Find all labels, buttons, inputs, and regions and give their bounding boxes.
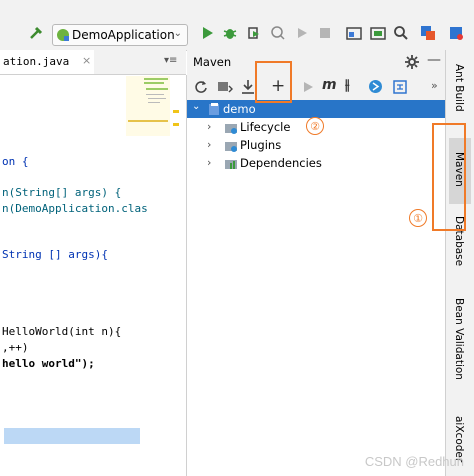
chevron-right-icon[interactable]: ›: [207, 120, 211, 133]
code-line: on {: [2, 155, 29, 168]
skip-tests-icon[interactable]: [368, 79, 383, 94]
warning-marker: [173, 123, 179, 126]
execute-goal-icon[interactable]: m: [322, 77, 337, 93]
maven-projects-tree: ⌄ demo › Lifecycle › Plugins › Dependenc…: [187, 100, 445, 476]
layout-icon[interactable]: [370, 25, 386, 41]
code-line: String [] args){: [2, 248, 108, 261]
editor-tabs: ation.java × ▾≡: [0, 50, 186, 75]
panel-title: Maven: [193, 55, 232, 69]
coverage-icon[interactable]: [246, 25, 262, 41]
tab-demo-application[interactable]: ation.java ×: [0, 50, 94, 74]
minimap-lines: [128, 78, 168, 122]
annotation-box-maven: [432, 123, 466, 231]
editor-minimap: [126, 76, 170, 136]
debug-icon[interactable]: [222, 25, 238, 41]
code-line: ,++): [2, 341, 29, 354]
maven-module-icon: [209, 103, 219, 115]
selected-line-highlight: [4, 428, 140, 444]
main-toolbar: DemoApplication ⌄: [0, 0, 474, 51]
translate-icon[interactable]: [420, 25, 436, 41]
hammer-icon[interactable]: [28, 25, 44, 41]
profile-icon[interactable]: [270, 25, 286, 41]
more-actions-icon[interactable]: »: [431, 79, 438, 92]
warning-marker: [173, 110, 179, 113]
minimize-icon[interactable]: —: [427, 52, 441, 68]
tree-item-label: Plugins: [240, 138, 282, 152]
settings-folder-icon: [225, 124, 237, 134]
run-icon[interactable]: [199, 25, 215, 41]
tab-label: ation.java: [3, 55, 70, 68]
generate-sources-icon[interactable]: [217, 80, 233, 94]
chevron-down-icon[interactable]: ⌄: [192, 101, 200, 112]
right-tool-window-stripe: Ant Build Maven Database Bean Validation…: [445, 50, 474, 476]
show-dependencies-icon[interactable]: [393, 80, 407, 94]
spring-app-icon: [57, 29, 69, 41]
gear-icon[interactable]: [405, 55, 419, 69]
code-line: n(DemoApplication.clas: [2, 202, 148, 215]
chevron-right-icon[interactable]: ›: [207, 156, 211, 169]
tree-item-label: Lifecycle: [240, 120, 291, 134]
dependencies-icon: [225, 160, 237, 169]
tree-item-label: demo: [223, 102, 256, 116]
download-icon[interactable]: [241, 79, 255, 95]
reload-icon[interactable]: [194, 80, 208, 94]
annotation-number-one: ①: [409, 209, 427, 227]
maven-toolbar: + m ⫲ »: [187, 74, 445, 101]
maven-panel-header: Maven —: [187, 50, 445, 74]
tab-overflow-icon[interactable]: ▾≡: [164, 55, 177, 66]
close-icon[interactable]: ×: [82, 54, 91, 67]
code-line: hello world");: [2, 357, 95, 370]
resume-icon[interactable]: [294, 25, 310, 41]
toggle-offline-icon[interactable]: ⫲: [345, 77, 350, 93]
plugin-icon[interactable]: [448, 25, 464, 41]
search-icon[interactable]: [393, 25, 409, 41]
tree-item-plugins[interactable]: › Plugins: [187, 136, 445, 154]
watermark: CSDN @Redhun: [364, 454, 464, 469]
project-structure-icon[interactable]: [346, 25, 362, 41]
chevron-right-icon[interactable]: ›: [207, 138, 211, 151]
tree-item-dependencies[interactable]: › Dependencies: [187, 154, 445, 172]
code-line: n(String[] args) {: [2, 186, 122, 199]
tool-window-bean-validation[interactable]: Bean Validation: [453, 298, 465, 380]
run-maven-build-icon[interactable]: [302, 81, 314, 93]
run-configuration-select[interactable]: DemoApplication ⌄: [52, 24, 188, 46]
tool-window-ant-build[interactable]: Ant Build: [453, 64, 465, 112]
annotation-number-two: ②: [306, 117, 324, 135]
chevron-down-icon: ⌄: [173, 28, 182, 39]
annotation-box-add: [255, 61, 292, 103]
run-configuration-label: DemoApplication: [72, 28, 175, 42]
settings-folder-icon: [225, 142, 237, 152]
code-line: HelloWorld(int n){: [2, 325, 122, 338]
tree-item-label: Dependencies: [240, 156, 322, 170]
tree-item-demo[interactable]: ⌄ demo: [187, 100, 445, 118]
stop-icon[interactable]: [317, 25, 333, 41]
